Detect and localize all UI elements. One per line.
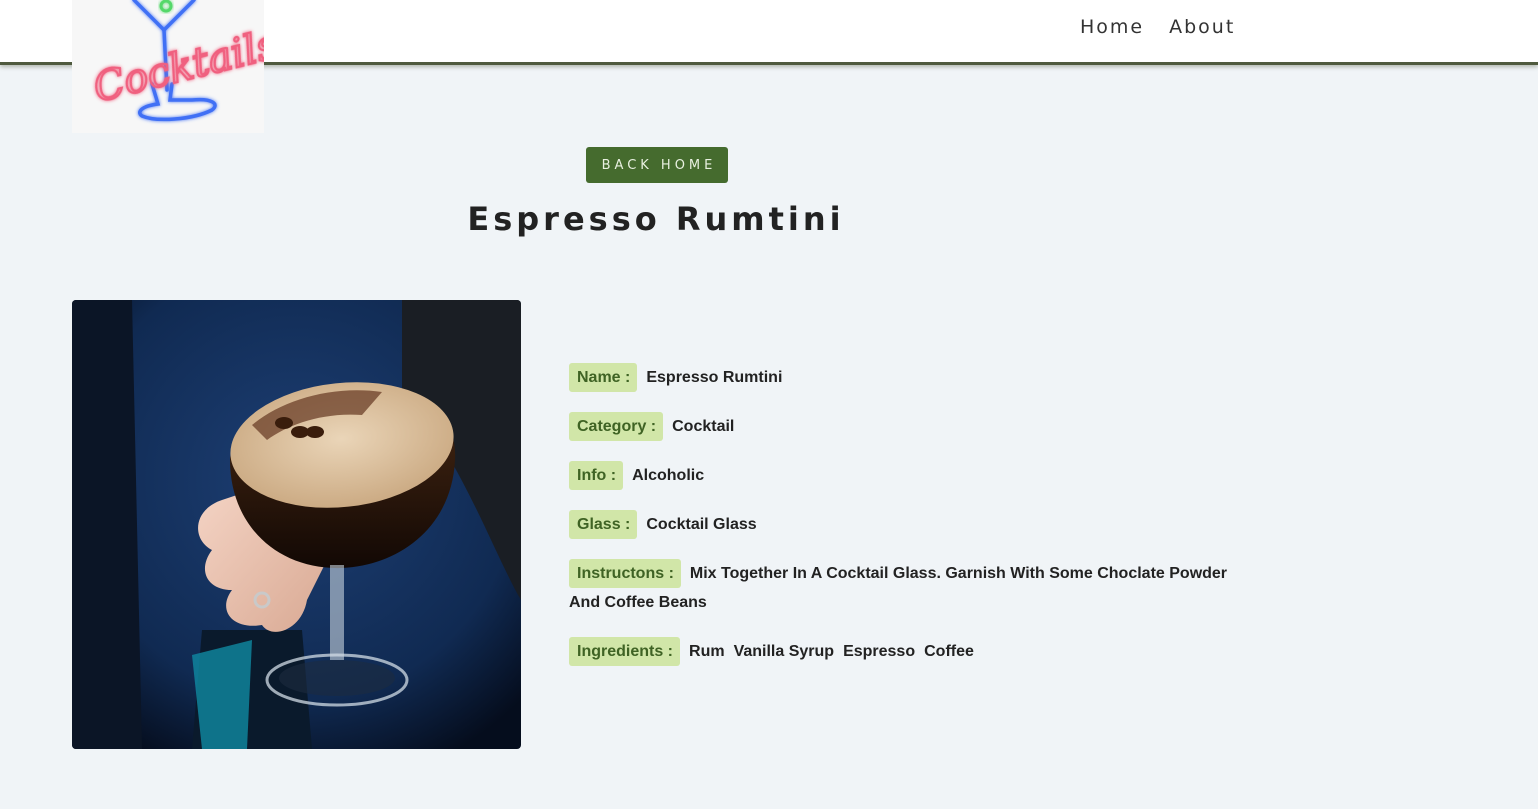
nav-links: Home About	[1080, 16, 1235, 38]
nav-link-about[interactable]: About	[1169, 16, 1235, 38]
category-row: Category : Cocktail	[569, 412, 1229, 441]
cocktails-neon-logo-icon: Cocktails	[88, 0, 264, 122]
ingredient-item: Vanilla Syrup	[733, 643, 835, 660]
info-value: Alcoholic	[632, 467, 705, 484]
ingredient-item: Rum	[689, 643, 725, 660]
drink-image	[72, 300, 521, 749]
category-value: Cocktail	[672, 418, 735, 435]
name-value: Espresso Rumtini	[646, 369, 783, 386]
svg-text:Cocktails: Cocktails	[89, 22, 264, 112]
back-home-button[interactable]: BACK HOME	[586, 147, 728, 183]
nav-link-home[interactable]: Home	[1080, 16, 1144, 38]
glass-value: Cocktail Glass	[646, 516, 757, 533]
instructions-row: Instructons : Mix Together In A Cocktail …	[569, 559, 1229, 617]
info-row: Info : Alcoholic	[569, 461, 1229, 490]
category-label: Category :	[569, 412, 664, 441]
ingredient-item: Espresso	[843, 643, 916, 660]
instructions-label: Instructons :	[569, 559, 681, 588]
info-label: Info :	[569, 461, 624, 490]
glass-label: Glass :	[569, 510, 638, 539]
glass-row: Glass : Cocktail Glass	[569, 510, 1229, 539]
name-row: Name : Espresso Rumtini	[569, 363, 1229, 392]
ingredients-row: Ingredients : Rum Vanilla Syrup Espresso Cof…	[569, 637, 1229, 666]
name-label: Name :	[569, 363, 638, 392]
drink-info: Name : Espresso Rumtini Category : Cocktai…	[569, 363, 1229, 666]
ingredients-label: Ingredients :	[569, 637, 681, 666]
page-title: Espresso Rumtini	[467, 200, 845, 238]
espresso-martini-photo-icon	[72, 300, 521, 749]
logo[interactable]: Cocktails	[72, 0, 264, 133]
ingredient-item: Coffee	[924, 643, 974, 660]
